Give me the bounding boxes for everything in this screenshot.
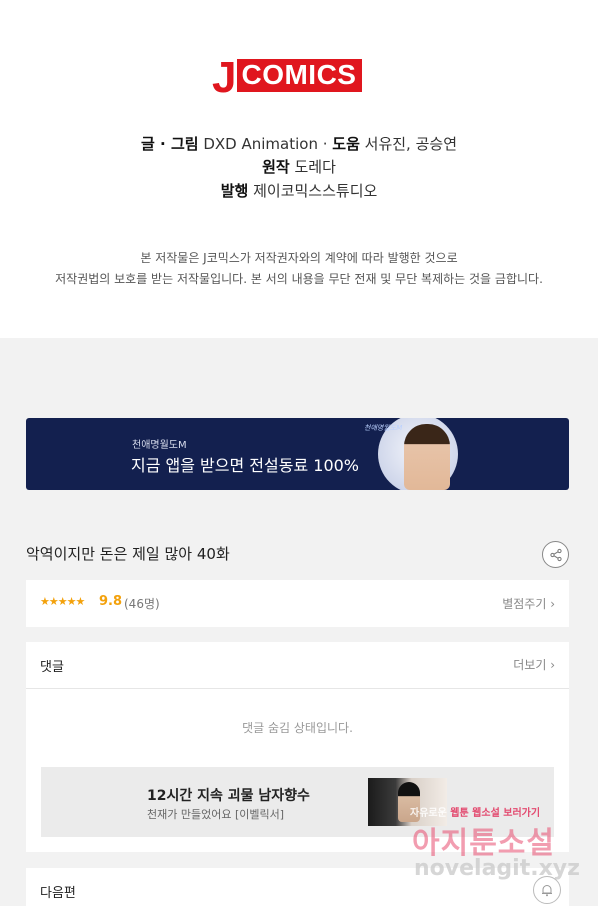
rating-stars: ★★★★★ (40, 595, 85, 608)
banner-character-image (404, 424, 450, 490)
watermark-url: novelagit.xyz (414, 856, 580, 881)
credit-original: 원작 도레다 (0, 156, 598, 177)
next-episode-label: 다음편 (40, 886, 76, 901)
rate-button[interactable]: 별점주기 › (502, 595, 555, 612)
jcomics-logo: J COMICS (212, 54, 363, 100)
watermark-tagline: 자유로운 웹툰 웹소설 보러가기 (410, 804, 540, 819)
credit-publisher-value: 제이코믹스스튜디오 (253, 182, 378, 200)
credit-publisher-key: 발행 (220, 182, 249, 200)
comment-divider (26, 688, 569, 689)
comment-hidden-message: 댓글 숨김 상태입니다. (242, 721, 353, 735)
comment-more-link[interactable]: 더보기 › (513, 656, 555, 673)
credit-separator: · (317, 135, 333, 153)
logo-j: J (212, 53, 237, 102)
credit-original-value: 도레다 (294, 158, 336, 176)
comment-header: 댓글 (40, 660, 64, 675)
rating-card: ★★★★★ 9.8 (46명) 별점주기 › (26, 580, 569, 627)
site-watermark: 자유로운 웹툰 웹소설 보러가기 아지툰소설 novelagit.xyz (410, 800, 590, 900)
rating-score: 9.8 (99, 594, 123, 609)
banner-game-name: 천애명월도M (132, 440, 187, 451)
credit-writers: 글 · 그림 DXD Animation · 도움 서유진, 공승연 (0, 133, 598, 154)
banner-headline: 지금 앱을 받으면 전설동료 100% (131, 456, 360, 475)
credit-assist-key: 도움 (332, 135, 360, 153)
credits-section: J COMICS 글 · 그림 DXD Animation · 도움 서유진, … (0, 0, 598, 338)
banner-game-logo: 천애명월도M (364, 424, 403, 432)
rating-count: (46명) (124, 597, 160, 611)
credit-assist-value: 서유진, 공승연 (364, 135, 457, 153)
credit-art-key: 글 · 그림 (141, 135, 199, 153)
credit-original-key: 원작 (262, 158, 290, 176)
episode-title: 악역이지만 돈은 제일 많아 40화 (26, 545, 230, 563)
ad-title: 12시간 지속 괴물 남자향수 (147, 788, 310, 804)
credit-art-value: DXD Animation (203, 135, 318, 153)
copyright-notice-line2: 저작권법의 보호를 받는 저작물입니다. 본 서의 내용을 무단 전재 및 무단… (55, 272, 543, 286)
share-button[interactable] (542, 541, 569, 568)
ad-banner[interactable]: 천애명월도M 지금 앱을 받으면 전설동료 100% 천애명월도M (26, 418, 569, 490)
share-icon (549, 548, 562, 561)
copyright-notice-line1: 본 저작물은 J코믹스가 저작권자와의 계약에 따라 발행한 것으로 (140, 251, 458, 265)
ad-subtitle: 천재가 만들었어요 [이벨릭서] (147, 808, 285, 821)
logo-comics: COMICS (237, 58, 363, 92)
credit-publisher: 발행 제이코믹스스튜디오 (0, 180, 598, 201)
